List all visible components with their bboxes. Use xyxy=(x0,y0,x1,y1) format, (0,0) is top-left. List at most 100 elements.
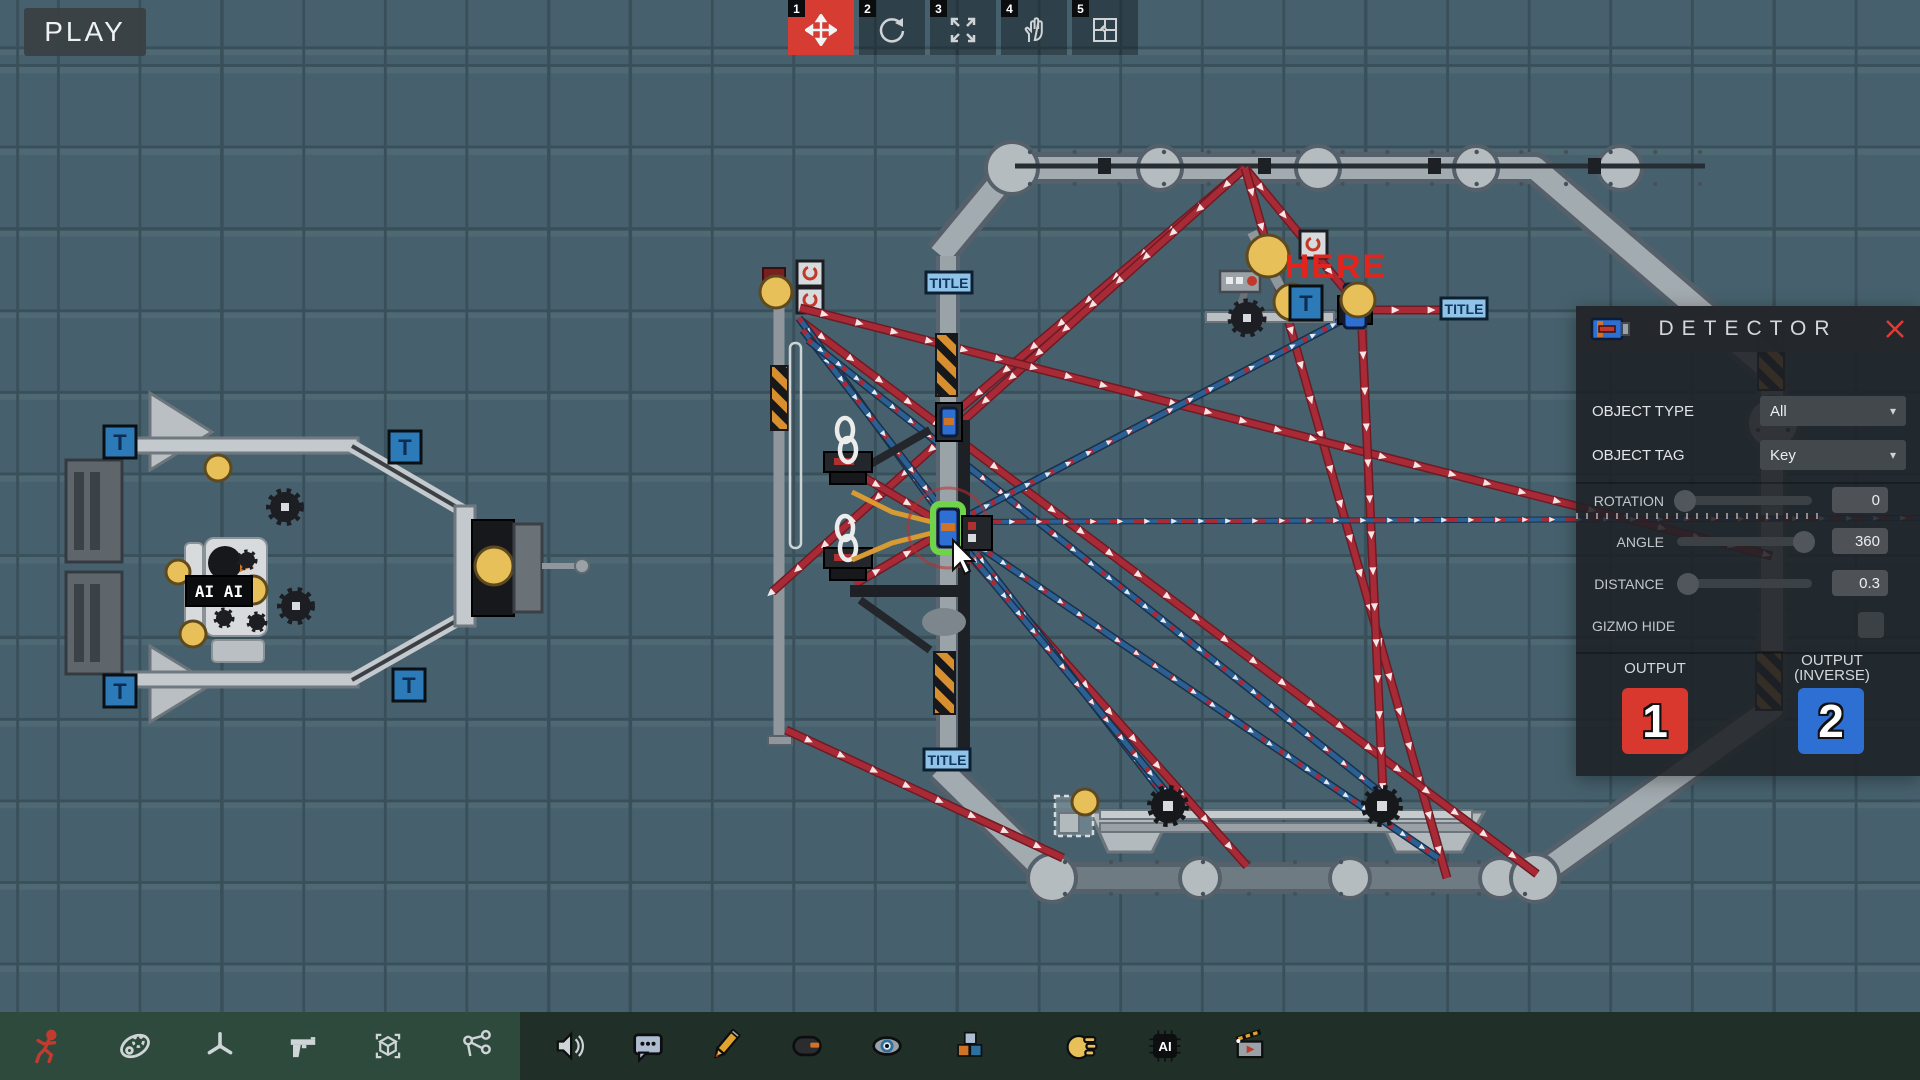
distance-value[interactable]: 0.3 xyxy=(1832,570,1888,596)
object-tag-dropdown[interactable]: Key ▾ xyxy=(1760,440,1906,470)
rotate-icon xyxy=(876,14,908,46)
hand[interactable] xyxy=(205,455,231,481)
t-badge[interactable]: T xyxy=(389,431,421,463)
chevron-down-icon: ▾ xyxy=(1890,448,1896,462)
output-inverse-label: OUTPUT (INVERSE) xyxy=(1762,653,1902,683)
weapons-category-icon[interactable] xyxy=(283,1026,323,1066)
hazard-post xyxy=(934,652,955,714)
output-label: OUTPUT xyxy=(1589,661,1721,676)
here-machine: T HERE xyxy=(1206,231,1387,334)
svg-text:T: T xyxy=(113,679,127,704)
title-badge[interactable]: TITLE xyxy=(1441,298,1487,319)
svg-text:AI AI: AI AI xyxy=(195,582,243,601)
rotation-gizmo-frame[interactable] xyxy=(797,261,823,286)
tool-number: 1 xyxy=(788,0,805,17)
tool-scale[interactable]: 3 xyxy=(930,0,996,55)
output-inverse-button[interactable]: 2 xyxy=(1798,688,1864,754)
chat-tool-icon[interactable] xyxy=(628,1026,668,1066)
angle-slider[interactable] xyxy=(1677,537,1812,546)
editor-stage: TITLE TITLE T xyxy=(0,0,1920,1080)
here-label: HERE xyxy=(1285,248,1387,286)
blocks-tool-icon[interactable] xyxy=(947,1026,987,1066)
puzzle-icon xyxy=(1089,14,1121,46)
ai-box[interactable]: AI AI xyxy=(186,576,252,606)
svg-text:T: T xyxy=(1299,291,1313,316)
ai-tool-icon[interactable]: AI xyxy=(1145,1026,1185,1066)
title-badge[interactable]: TITLE xyxy=(924,749,970,770)
angle-label: ANGLE xyxy=(1568,534,1664,550)
distance-slider-handle[interactable] xyxy=(1677,573,1699,595)
rotation-slider-handle[interactable] xyxy=(1674,490,1696,512)
entities-category-icon[interactable] xyxy=(457,1026,497,1066)
detector-ray-ticks xyxy=(1576,513,1826,519)
close-icon[interactable] xyxy=(1884,318,1906,340)
clapperboard-tool-icon[interactable] xyxy=(1230,1026,1270,1066)
toggle-tool-icon[interactable] xyxy=(787,1026,827,1066)
tool-number: 4 xyxy=(1001,0,1018,17)
hand[interactable] xyxy=(760,276,792,308)
object-type-label: OBJECT TYPE xyxy=(1592,403,1694,420)
t-badge[interactable]: T xyxy=(1290,286,1322,320)
panel-title: DETECTOR xyxy=(1576,317,1920,341)
angle-value[interactable]: 360 xyxy=(1832,528,1888,554)
creature[interactable] xyxy=(208,546,242,580)
rotation-slider[interactable] xyxy=(1677,496,1812,505)
angle-slider-handle[interactable] xyxy=(1793,531,1815,553)
title-badge[interactable]: TITLE xyxy=(926,272,972,293)
svg-text:T: T xyxy=(113,430,127,455)
hand[interactable] xyxy=(180,621,206,647)
tool-drag[interactable]: 4 xyxy=(1001,0,1067,55)
hand[interactable] xyxy=(475,547,513,585)
key-object[interactable] xyxy=(936,403,962,441)
svg-text:TITLE: TITLE xyxy=(928,752,967,768)
rod-ball xyxy=(575,559,589,573)
distance-slider[interactable] xyxy=(1677,579,1812,588)
tool-rotate[interactable]: 2 xyxy=(859,0,925,55)
machinery-category-icon[interactable] xyxy=(115,1026,155,1066)
tool-number: 3 xyxy=(930,0,947,17)
chain-links xyxy=(837,418,856,560)
distance-label: DISTANCE xyxy=(1568,576,1664,592)
tool-move[interactable]: 1 xyxy=(788,0,854,55)
object-type-dropdown[interactable]: All ▾ xyxy=(1760,396,1906,426)
t-badge[interactable]: T xyxy=(393,669,425,701)
gizmo-hide-checkbox[interactable] xyxy=(1858,612,1884,638)
detector-panel: DETECTOR OBJECT TYPE All ▾ OBJECT TAG Ke… xyxy=(1576,306,1920,776)
object-tag-value: Key xyxy=(1770,447,1796,464)
tool-number: 5 xyxy=(1072,0,1089,17)
props-category-icon[interactable] xyxy=(368,1026,408,1066)
hand[interactable] xyxy=(1247,235,1289,277)
rotation-label: ROTATION xyxy=(1568,493,1664,509)
hand-tool-icon[interactable] xyxy=(1062,1026,1102,1066)
object-type-value: All xyxy=(1770,403,1787,420)
svg-text:TITLE: TITLE xyxy=(930,275,969,291)
tool-number: 2 xyxy=(859,0,876,17)
output-button[interactable]: 1 xyxy=(1622,688,1688,754)
t-badge[interactable]: T xyxy=(104,426,136,458)
rotation-value[interactable]: 0 xyxy=(1832,487,1888,513)
left-machine: AI AI T T T T xyxy=(66,393,589,722)
detector-panel-header: DETECTOR xyxy=(1576,306,1920,352)
sound-tool-icon[interactable] xyxy=(550,1026,590,1066)
svg-text:AI: AI xyxy=(1158,1039,1171,1054)
object-tag-label: OBJECT TAG xyxy=(1592,447,1685,464)
move-icon xyxy=(805,14,837,46)
scale-icon xyxy=(947,14,979,46)
pencil-tool-icon[interactable] xyxy=(705,1026,745,1066)
hand[interactable] xyxy=(1072,789,1098,815)
gizmo-hide-label: GIZMO HIDE xyxy=(1592,618,1675,634)
humans-category-icon[interactable] xyxy=(28,1026,68,1066)
t-badge[interactable]: T xyxy=(104,675,136,707)
bottom-toolbar: AI xyxy=(0,1012,1920,1080)
chevron-down-icon: ▾ xyxy=(1890,404,1896,418)
play-button[interactable]: PLAY xyxy=(24,8,146,56)
hand[interactable] xyxy=(1341,283,1375,317)
hand-icon xyxy=(1018,14,1050,46)
svg-text:T: T xyxy=(398,435,412,460)
svg-text:TITLE: TITLE xyxy=(1445,301,1484,317)
launcher[interactable] xyxy=(824,452,872,484)
eye-tool-icon[interactable] xyxy=(867,1026,907,1066)
tool-attach[interactable]: 5 xyxy=(1072,0,1138,55)
bottom-toolbar-category-segment xyxy=(0,1012,520,1080)
propeller-category-icon[interactable] xyxy=(200,1026,240,1066)
